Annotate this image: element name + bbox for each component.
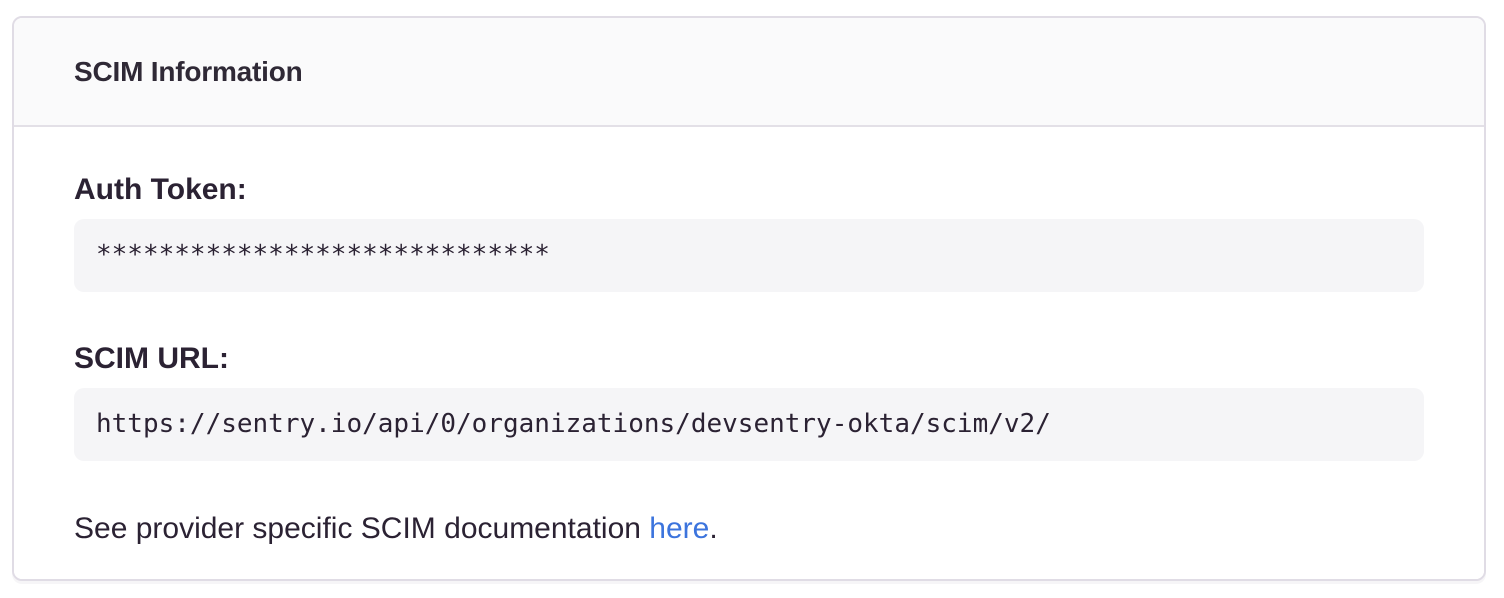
documentation-note: See provider specific SCIM documentation… (74, 509, 1424, 549)
panel-title: SCIM Information (74, 56, 303, 88)
scim-information-panel: SCIM Information Auth Token: ***********… (12, 16, 1486, 581)
panel-header: SCIM Information (14, 18, 1484, 127)
documentation-note-period: . (709, 512, 717, 545)
panel-body: Auth Token: ****************************… (14, 127, 1484, 581)
documentation-note-text: See provider specific SCIM documentation (74, 512, 649, 545)
scim-url-value: https://sentry.io/api/0/organizations/de… (74, 388, 1424, 461)
documentation-link[interactable]: here (649, 512, 709, 545)
auth-token-label: Auth Token: (74, 171, 1424, 209)
scim-url-label: SCIM URL: (74, 340, 1424, 378)
auth-token-value: ***************************** (74, 219, 1424, 292)
